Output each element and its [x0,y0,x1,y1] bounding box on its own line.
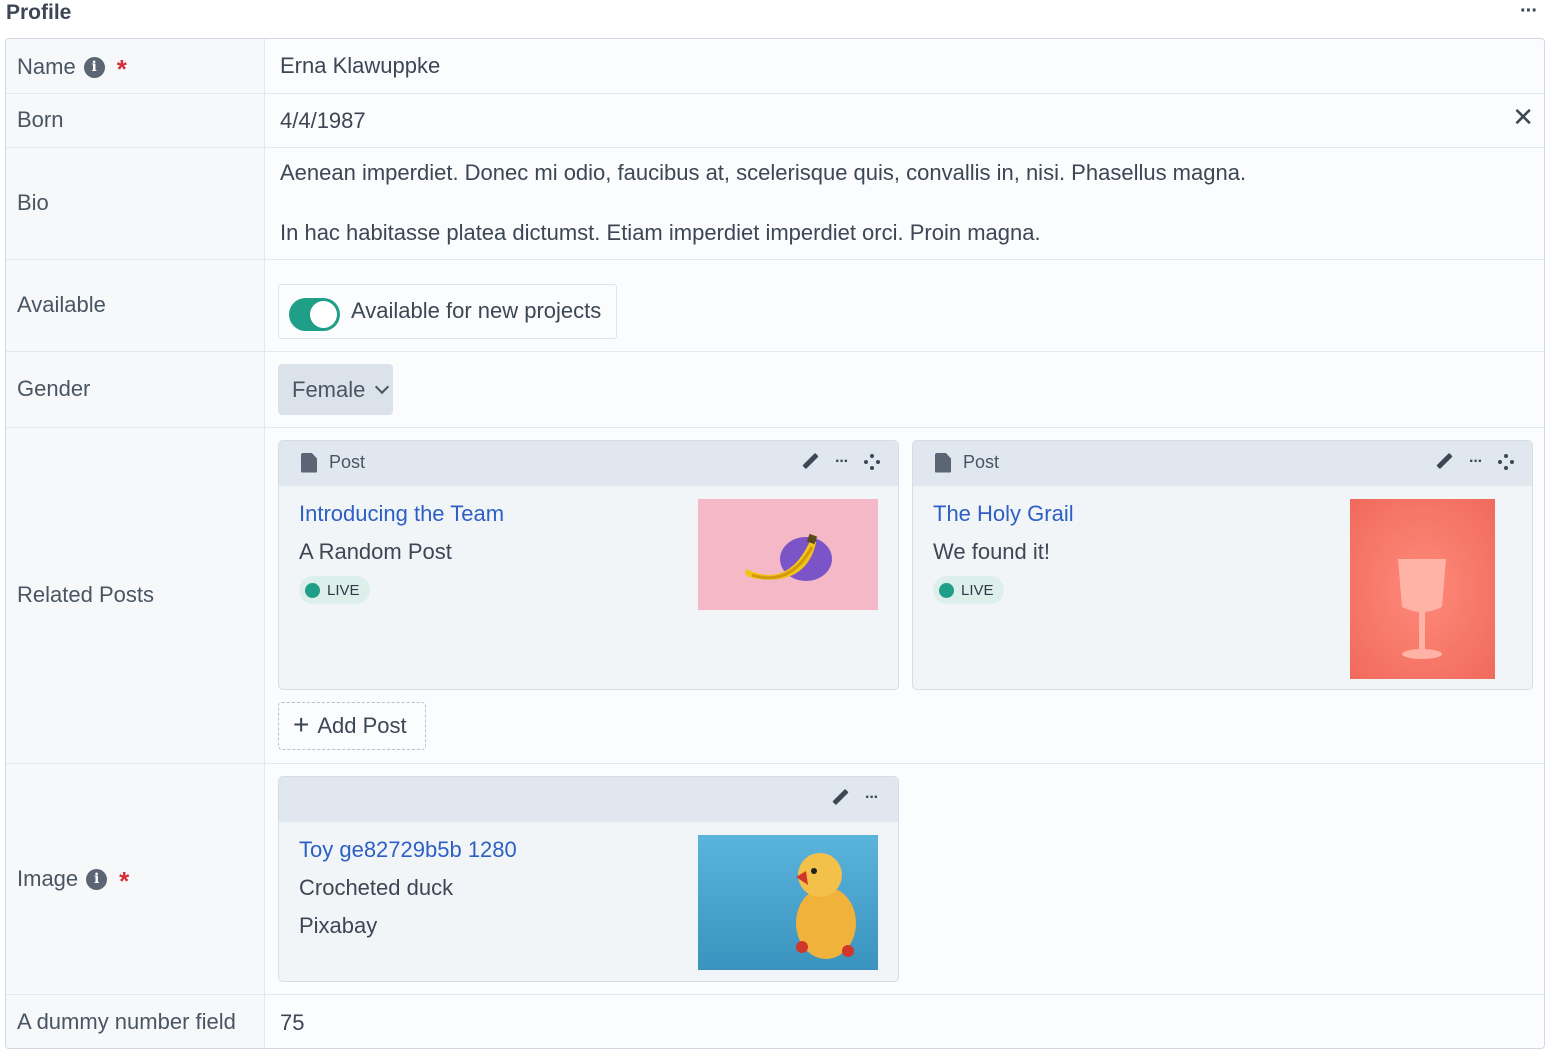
row-born: Born 4/4/1987 ✕ [6,93,1544,147]
row-available: Available Available for new projects [6,259,1544,351]
number-field[interactable]: 75 [280,1010,304,1036]
document-icon [301,452,317,473]
panel-menu-button[interactable]: ··· [1520,0,1538,23]
image-credit: Pixabay [299,913,378,938]
required-marker: * [116,54,127,84]
drag-icon[interactable] [864,454,880,470]
chevron-down-icon [375,379,390,394]
edit-icon[interactable] [801,453,819,471]
related-posts-label: Related Posts [17,582,154,607]
status-badge: LIVE [299,576,370,604]
row-related-posts: Related Posts Post ··· Introducing the T… [6,427,1544,763]
profile-form: Name i * Erna Klawuppke Born 4/4/1987 ✕ … [5,38,1545,1049]
info-icon[interactable]: i [86,868,108,890]
name-label: Name [17,54,76,79]
add-post-label: Add Post [317,713,407,738]
image-title-link[interactable]: Toy ge82729b5b 1280 [299,837,517,863]
status-label: LIVE [961,581,994,599]
post-thumbnail [698,499,878,610]
number-label: A dummy number field [17,1009,236,1034]
bio-field[interactable]: Aenean imperdiet. Donec mi odio, faucibu… [266,148,1544,259]
edit-icon[interactable] [831,789,849,807]
image-card[interactable]: ··· Toy ge82729b5b 1280 Crocheted duck P… [278,776,899,982]
document-icon [935,452,951,473]
available-toggle[interactable] [289,298,340,331]
name-field[interactable]: Erna Klawuppke [280,53,440,79]
image-label: Image [17,866,79,891]
available-label: Available [17,292,106,317]
bio-paragraph: Aenean imperdiet. Donec mi odio, faucibu… [280,160,1247,185]
add-post-button[interactable]: + Add Post [278,702,426,750]
plus-icon: + [293,708,310,740]
clear-date-icon[interactable]: ✕ [1512,104,1534,130]
more-icon[interactable]: ··· [835,453,849,471]
edit-icon[interactable] [1435,453,1453,471]
card-type-label: Post [329,452,366,472]
post-title-link[interactable]: The Holy Grail [933,501,1074,527]
more-icon[interactable]: ··· [865,789,879,807]
post-thumbnail [1350,499,1495,679]
post-card[interactable]: Post ··· The Holy Grail We found it! LIV… [912,440,1533,690]
row-bio: Bio Aenean imperdiet. Donec mi odio, fau… [6,147,1544,259]
status-badge: LIVE [933,576,1004,604]
panel-title: Profile [6,1,72,24]
bio-label: Bio [17,190,49,215]
born-label: Born [17,107,64,132]
more-icon[interactable]: ··· [1469,453,1483,471]
toggle-label: Available for new projects [351,298,602,323]
status-label: LIVE [327,581,360,599]
row-number: A dummy number field 75 [6,994,1544,1048]
post-title-link[interactable]: Introducing the Team [299,501,504,527]
required-marker: * [119,866,130,896]
row-gender: Gender Female [6,351,1544,427]
card-type-label: Post [963,452,1000,472]
info-icon[interactable]: i [83,56,105,78]
image-thumbnail [698,835,878,970]
available-toggle-field[interactable]: Available for new projects [278,284,617,339]
row-name: Name i * Erna Klawuppke [6,39,1544,93]
born-field[interactable]: 4/4/1987 [280,108,366,134]
post-card[interactable]: Post ··· Introducing the Team A Random P… [278,440,899,690]
panel-header: Profile ··· [0,0,1555,38]
post-subtitle: A Random Post [299,539,452,564]
post-subtitle: We found it! [933,539,1050,564]
image-caption: Crocheted duck [299,875,454,900]
gender-value: Female [292,376,366,402]
row-image: Image i * ··· Toy ge82729b5b 1280 Croche… [6,763,1544,994]
gender-label: Gender [17,376,91,401]
drag-icon[interactable] [1498,454,1514,470]
bio-paragraph: In hac habitasse platea dictumst. Etiam … [280,220,1041,245]
gender-select[interactable]: Female [278,364,393,415]
